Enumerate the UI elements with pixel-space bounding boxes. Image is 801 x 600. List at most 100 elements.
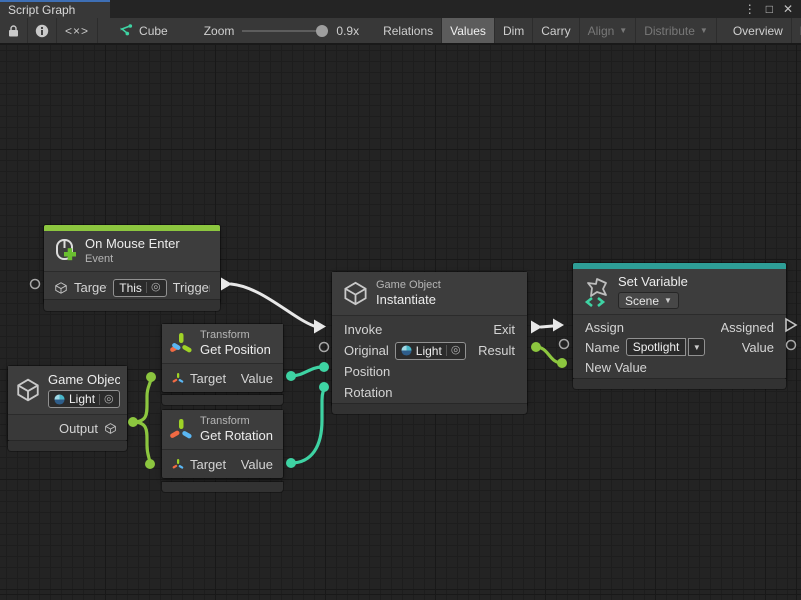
close-icon[interactable]: ✕	[783, 3, 793, 15]
object-picker-icon[interactable]: ◎	[146, 282, 161, 293]
port-getposition-target-in[interactable]	[146, 372, 156, 382]
port-label-value: Value	[241, 371, 273, 386]
title-bar: Script Graph ⋮ □ ✕	[0, 0, 801, 18]
port-label-original: Original	[344, 343, 389, 358]
port-label-target: Target	[74, 280, 107, 295]
port-output-out[interactable]	[128, 417, 138, 427]
lock-button[interactable]	[0, 18, 28, 43]
unity-object-icon	[54, 394, 65, 405]
port-label-assign: Assign	[585, 320, 624, 335]
port-label-output: Output	[59, 421, 98, 436]
mouse-event-icon	[52, 238, 78, 265]
align-button[interactable]: Align ▼	[580, 18, 637, 43]
script-graph-icon	[118, 24, 133, 37]
variable-scope-dropdown[interactable]: Scene ▼	[618, 292, 679, 309]
this-value: This	[119, 281, 142, 295]
graph-name: Cube	[139, 24, 168, 38]
node-instantiate[interactable]: Game Object Instantiate Invoke Exit Orig…	[332, 272, 527, 406]
name-value: Spotlight	[626, 338, 687, 356]
light-value: Light	[416, 344, 442, 358]
port-rotation-in[interactable]	[319, 382, 329, 392]
object-picker-icon[interactable]: ◎	[446, 345, 461, 356]
target-this-field[interactable]: This ◎	[113, 279, 166, 297]
node-title: Get Rotation	[200, 428, 273, 444]
unity-object-icon	[401, 345, 412, 356]
node-title: Get Position	[200, 342, 271, 358]
port-label-assigned: Assigned	[721, 320, 774, 335]
transform-icon	[172, 458, 184, 471]
inspect-button[interactable]	[28, 18, 57, 43]
graph-breadcrumb[interactable]: Cube	[112, 18, 174, 43]
node-title: Set Variable	[618, 274, 688, 290]
distribute-button[interactable]: Distribute ▼	[636, 18, 717, 43]
object-picker-icon[interactable]: ◎	[99, 394, 114, 405]
port-getrotation-target-in[interactable]	[145, 459, 155, 469]
zoom-slider-handle[interactable]	[316, 25, 328, 37]
transform-icon	[169, 417, 193, 443]
tab-script-graph[interactable]: Script Graph	[0, 0, 110, 18]
port-label-new-value: New Value	[585, 360, 647, 375]
code-view-button[interactable]: <×>	[57, 18, 98, 43]
light-value: Light	[69, 392, 95, 406]
node-subtitle: Event	[85, 252, 180, 266]
node-footer	[332, 404, 527, 414]
port-label-trigger: Trigger	[173, 280, 210, 295]
game-object-icon	[104, 422, 117, 435]
node-category: Game Object	[376, 279, 441, 292]
scope-value: Scene	[625, 294, 659, 308]
variable-name-dropdown[interactable]: Spotlight ▼	[626, 338, 706, 356]
port-getposition-value-out[interactable]	[286, 371, 296, 381]
port-new-value-in[interactable]	[557, 358, 567, 368]
chevron-down-icon: ▼	[619, 26, 627, 35]
node-on-mouse-enter[interactable]: On Mouse Enter Event Target This ◎ Trigg…	[44, 225, 220, 303]
node-footer	[8, 441, 127, 451]
port-position-in[interactable]	[319, 362, 329, 372]
transform-icon	[169, 331, 193, 357]
zoom-value: 0.9x	[336, 24, 359, 38]
lock-icon	[7, 24, 20, 38]
zoom-label: Zoom	[204, 24, 235, 38]
node-set-variable[interactable]: Set Variable Scene ▼ Assign Assigned Nam…	[573, 263, 786, 379]
window-menu-icon[interactable]: ⋮	[744, 3, 756, 15]
code-icon: <×>	[65, 24, 89, 38]
port-label-value: Value	[241, 457, 273, 472]
titlebar-spacer	[110, 0, 744, 18]
tab-title: Script Graph	[8, 3, 75, 17]
port-label-rotation: Rotation	[344, 385, 392, 400]
game-object-icon	[15, 377, 41, 403]
node-category: Transform	[200, 329, 271, 342]
transform-icon	[172, 372, 184, 385]
overview-button[interactable]: Overview	[725, 18, 792, 43]
zoom-slider[interactable]	[242, 24, 328, 38]
port-getrotation-value-out[interactable]	[286, 458, 296, 468]
values-button[interactable]: Values	[442, 18, 495, 43]
node-title: Game Object	[48, 372, 120, 388]
relations-button[interactable]: Relations	[375, 18, 442, 43]
light-object-field[interactable]: Light ◎	[48, 390, 120, 408]
node-footer	[44, 300, 220, 311]
chevron-down-icon[interactable]: ▼	[688, 338, 705, 356]
port-label-target: Target	[190, 371, 226, 386]
port-label-target: Target	[190, 457, 226, 472]
node-footer	[573, 379, 786, 389]
port-label-name: Name	[585, 340, 620, 355]
dim-button[interactable]: Dim	[495, 18, 533, 43]
node-game-object-literal[interactable]: Game Object Light ◎ Output	[8, 366, 127, 441]
port-label-value: Value	[742, 340, 774, 355]
maximize-icon[interactable]: □	[766, 3, 773, 15]
full-screen-button[interactable]: Full Screen	[792, 18, 801, 43]
port-result-out[interactable]	[531, 342, 541, 352]
game-object-icon	[342, 280, 369, 307]
node-get-position[interactable]: Transform Get Position Target Value	[162, 324, 283, 392]
align-label: Align	[588, 24, 615, 38]
node-title: Instantiate	[376, 292, 441, 308]
port-label-invoke: Invoke	[344, 322, 382, 337]
port-label-result: Result	[478, 343, 515, 358]
node-title: On Mouse Enter	[85, 236, 180, 252]
port-label-position: Position	[344, 364, 390, 379]
node-category: Transform	[200, 415, 273, 428]
node-get-rotation[interactable]: Transform Get Rotation Target Value	[162, 410, 283, 478]
original-light-field[interactable]: Light ◎	[395, 342, 467, 360]
carry-button[interactable]: Carry	[533, 18, 579, 43]
node-footer	[162, 395, 283, 405]
